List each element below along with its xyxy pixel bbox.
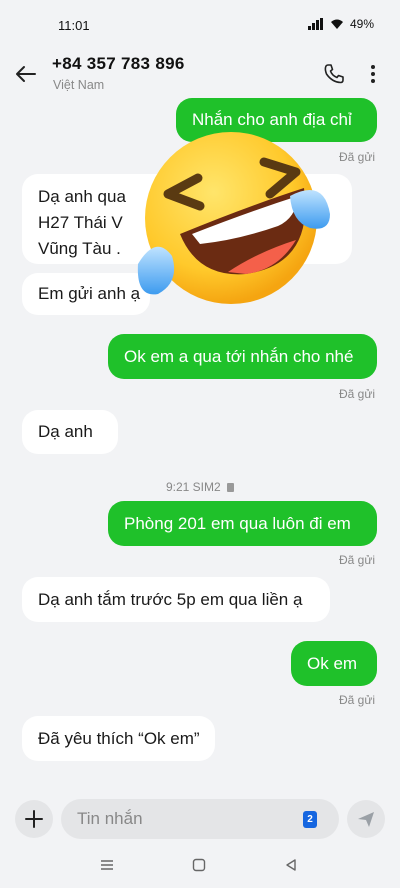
- home-icon[interactable]: [192, 858, 206, 872]
- back-triangle-icon[interactable]: [284, 858, 298, 872]
- contact-name[interactable]: +84 357 783 896: [52, 54, 185, 74]
- message-text: Đã yêu thích “Ok em”: [38, 729, 200, 748]
- message-text: Em gửi anh ạ: [38, 284, 141, 303]
- message-bubble-sent[interactable]: Phòng 201 em qua luôn đi em: [108, 501, 377, 546]
- message-input-placeholder: Tin nhắn: [77, 809, 143, 828]
- message-text: Dạ anh: [38, 422, 93, 441]
- message-text: Dạ anh tắm trước 5p em qua liền ạ: [38, 590, 303, 609]
- system-navigation-bar: [0, 848, 400, 888]
- signal-icon: [307, 18, 323, 30]
- wifi-icon: [330, 19, 343, 29]
- sim-number: 2: [307, 814, 313, 825]
- plus-icon: [25, 810, 43, 828]
- message-status: Đã gửi: [339, 150, 376, 164]
- arrow-left-icon[interactable]: [14, 62, 38, 86]
- send-button[interactable]: [347, 800, 385, 838]
- message-text: Phòng 201 em qua luôn đi em: [124, 514, 351, 533]
- time-separator-text: 9:21 SIM2: [165, 480, 221, 494]
- message-input[interactable]: Tin nhắn 2: [61, 799, 339, 839]
- add-attachment-button[interactable]: [15, 800, 53, 838]
- conversation-header: +84 357 783 896 Việt Nam: [0, 50, 400, 100]
- message-bubble-received[interactable]: Dạ anh: [22, 410, 118, 454]
- message-bubble-received[interactable]: Đã yêu thích “Ok em”: [22, 716, 215, 761]
- message-bubble-sent[interactable]: Ok em a qua tới nhắn cho nhé: [108, 334, 377, 379]
- contact-country: Việt Nam: [53, 78, 105, 92]
- message-status: Đã gửi: [339, 553, 376, 567]
- phone-icon[interactable]: [322, 62, 346, 86]
- more-vertical-icon[interactable]: [363, 62, 383, 86]
- status-bar: 11:01 49%: [0, 0, 400, 50]
- send-icon: [358, 812, 374, 827]
- message-status: Đã gửi: [339, 693, 376, 707]
- message-text: Ok em: [307, 654, 358, 673]
- status-indicators: 49%: [307, 17, 374, 31]
- sim-select-badge[interactable]: 2: [303, 811, 317, 828]
- battery-percent: 49%: [349, 17, 374, 31]
- menu-icon[interactable]: [100, 858, 114, 872]
- time-separator: 9:21 SIM2: [0, 480, 400, 494]
- status-time: 11:01: [58, 18, 90, 33]
- compose-bar: Tin nhắn 2: [0, 790, 400, 848]
- message-bubble-received[interactable]: Dạ anh tắm trước 5p em qua liền ạ: [22, 577, 330, 622]
- message-status: Đã gửi: [339, 387, 376, 401]
- sim-card-icon: [227, 483, 235, 493]
- message-text: Ok em a qua tới nhắn cho nhé: [124, 347, 354, 366]
- laughing-crying-emoji: [137, 132, 330, 304]
- message-bubble-sent[interactable]: Ok em: [291, 641, 377, 686]
